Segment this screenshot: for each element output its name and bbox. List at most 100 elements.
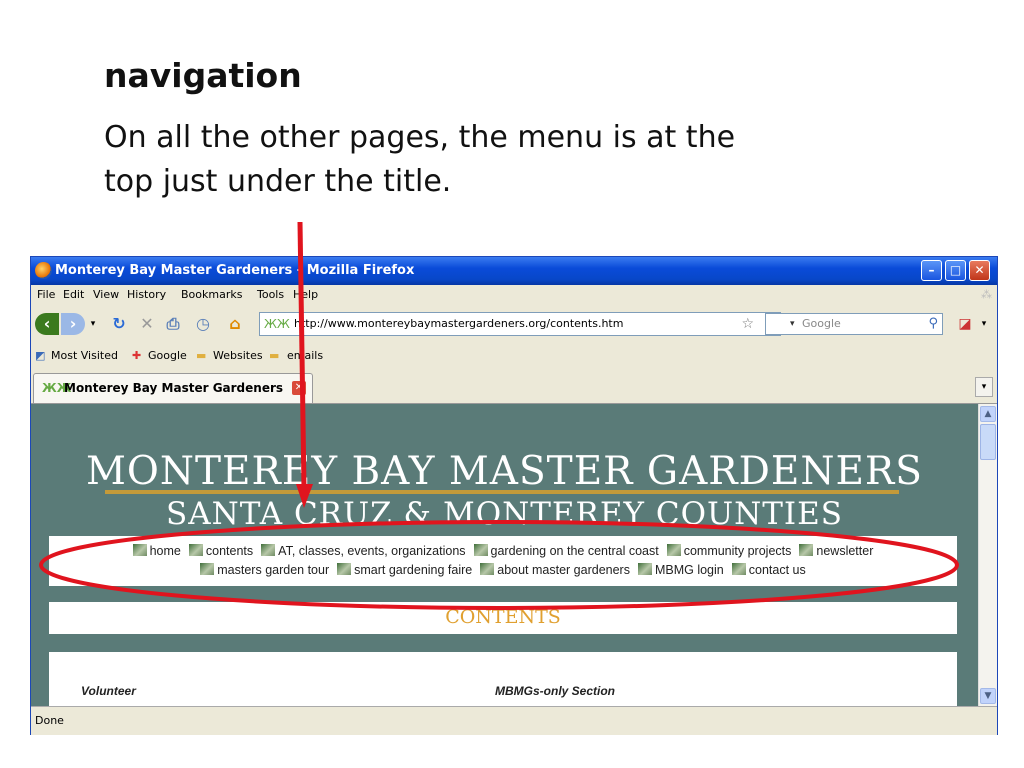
tab-strip: ЖЖ Monterey Bay Master Gardeners ✕ ▾ [31, 369, 997, 404]
site-favicon: ЖЖ [264, 317, 290, 331]
navigation-toolbar: ‹ › ▾ ↻ ✕ ⎙ ◷ ⌂ ЖЖ http://www.montereyba… [31, 305, 997, 343]
title-bar: Monterey Bay Master Gardeners - Mozilla … [31, 257, 997, 285]
volunteer-heading: Volunteer [81, 684, 136, 698]
search-input[interactable]: ▾ Google ⚲ [765, 313, 943, 335]
site-menu-label: home [149, 544, 181, 558]
bookmark-websites[interactable]: Websites [213, 349, 263, 362]
browser-window: Monterey Bay Master Gardeners - Mozilla … [30, 256, 998, 735]
site-menu-item[interactable]: smart gardening faire [337, 563, 472, 577]
menu-image-icon [337, 563, 352, 575]
status-bar: Done [31, 706, 997, 735]
most-visited-icon: ◩ [35, 349, 46, 362]
site-menu-label: contact us [748, 563, 806, 577]
site-menu-label: gardening on the central coast [490, 544, 659, 558]
menu-image-icon [480, 563, 495, 575]
history-icon[interactable]: ◷ [191, 313, 215, 335]
site-menu-item[interactable]: home [132, 544, 181, 558]
menu-image-icon [132, 544, 147, 556]
menu-image-icon [731, 563, 746, 575]
status-text: Done [35, 714, 64, 727]
site-menu-item[interactable]: contact us [731, 563, 806, 577]
menu-help[interactable]: Help [293, 288, 318, 301]
site-menu-label: about master gardeners [497, 563, 630, 577]
site-menu-label: masters garden tour [217, 563, 330, 577]
window-title: Monterey Bay Master Gardeners - Mozilla … [55, 263, 415, 278]
menu-history[interactable]: History [127, 288, 166, 301]
site-menu-item[interactable]: contents [188, 544, 254, 558]
site-menu-item[interactable]: newsletter [799, 544, 873, 558]
throbber-icon: ⁂ [981, 288, 992, 301]
site-menu-item[interactable]: community projects [666, 544, 792, 558]
scroll-up-icon[interactable]: ▲ [980, 406, 996, 422]
menu-image-icon [261, 544, 276, 556]
tab-close-icon[interactable]: ✕ [292, 381, 306, 395]
site-menu-item[interactable]: AT, classes, events, organizations [261, 544, 466, 558]
menu-image-icon [799, 544, 814, 556]
contents-body: Volunteer MBMGs-only Section [49, 652, 957, 706]
tab-label: Monterey Bay Master Gardeners [64, 381, 284, 395]
close-button[interactable]: ✕ [969, 260, 990, 281]
search-placeholder: Google [802, 317, 841, 330]
menu-image-icon [473, 544, 488, 556]
url-bar[interactable]: ЖЖ http://www.montereybaymastergardeners… [259, 312, 781, 336]
search-icon[interactable]: ⚲ [928, 314, 938, 334]
contents-banner: CONTENTS [49, 602, 957, 634]
url-text: http://www.montereybaymastergardeners.or… [294, 317, 624, 330]
slide-body: On all the other pages, the menu is at t… [104, 120, 736, 199]
contents-heading: CONTENTS [445, 606, 561, 628]
firefox-icon [35, 262, 52, 279]
slide-heading: navigation [104, 56, 302, 95]
menu-image-icon [200, 563, 215, 575]
tab-monterey-bay[interactable]: ЖЖ Monterey Bay Master Gardeners ✕ [33, 373, 313, 403]
folder-icon: ▬ [269, 349, 280, 362]
maximize-button[interactable]: □ [945, 260, 966, 281]
reload-icon[interactable]: ↻ [107, 313, 131, 335]
menu-bar: File Edit View History Bookmarks Tools H… [31, 285, 997, 305]
menu-edit[interactable]: Edit [63, 288, 84, 301]
site-menu-item[interactable]: gardening on the central coast [473, 544, 659, 558]
vertical-scrollbar[interactable]: ▲ ▼ [978, 404, 997, 706]
site-menu-label: contents [205, 544, 254, 558]
menu-row-1: home contents AT, classes, events, organiz… [49, 544, 957, 558]
site-title: MONTEREY BAY MASTER GARDENERS [85, 449, 924, 494]
bookmark-star-icon[interactable]: ☆ [741, 313, 754, 335]
site-menu-item[interactable]: masters garden tour [200, 563, 329, 577]
google-icon: ✚ [132, 349, 142, 362]
site-menu-label: MBMG login [654, 563, 724, 577]
menu-image-icon [666, 544, 681, 556]
print-icon[interactable]: ⎙ [161, 313, 185, 335]
bookmark-emails[interactable]: emails [287, 349, 323, 362]
site-menu-label: smart gardening faire [354, 563, 473, 577]
site-menu-label: AT, classes, events, organizations [278, 544, 466, 558]
home-icon[interactable]: ⌂ [223, 313, 247, 335]
stop-icon[interactable]: ✕ [135, 313, 159, 335]
bookmark-most-visited[interactable]: Most Visited [51, 349, 118, 362]
site-menu-item[interactable]: MBMG login [637, 563, 724, 577]
addon-icon[interactable]: ◪ [953, 313, 977, 335]
menu-file[interactable]: File [37, 288, 55, 301]
menu-row-2: masters garden tour smart gardening faire… [49, 563, 957, 577]
site-menu-label: community projects [683, 544, 792, 558]
site-menu-label: newsletter [816, 544, 874, 558]
menu-bookmarks[interactable]: Bookmarks [181, 288, 242, 301]
menu-image-icon [637, 563, 652, 575]
bookmark-google[interactable]: Google [148, 349, 187, 362]
forward-icon[interactable]: › [61, 313, 85, 335]
minimize-button[interactable]: – [921, 260, 942, 281]
search-engine-dropdown-icon[interactable]: ▾ [790, 314, 795, 334]
bookmarks-toolbar: ◩ Most Visited ✚ Google ▬ Websites ▬ ema… [31, 343, 997, 369]
menu-view[interactable]: View [93, 288, 119, 301]
scroll-down-icon[interactable]: ▼ [980, 688, 996, 704]
site-menu: home contents AT, classes, events, organiz… [49, 536, 957, 586]
tab-list-icon[interactable]: ▾ [975, 377, 993, 397]
toolbar-overflow-icon[interactable]: ▾ [977, 313, 991, 335]
site-menu-item[interactable]: about master gardeners [480, 563, 630, 577]
back-icon[interactable]: ‹ [35, 313, 59, 335]
folder-icon: ▬ [196, 349, 207, 362]
menu-image-icon [188, 544, 203, 556]
history-dropdown-icon[interactable]: ▾ [87, 313, 99, 335]
scroll-thumb[interactable] [980, 424, 996, 460]
menu-tools[interactable]: Tools [257, 288, 284, 301]
gold-divider [105, 490, 899, 494]
site-subtitle: SANTA CRUZ & MONTEREY COUNTIES [165, 496, 844, 532]
